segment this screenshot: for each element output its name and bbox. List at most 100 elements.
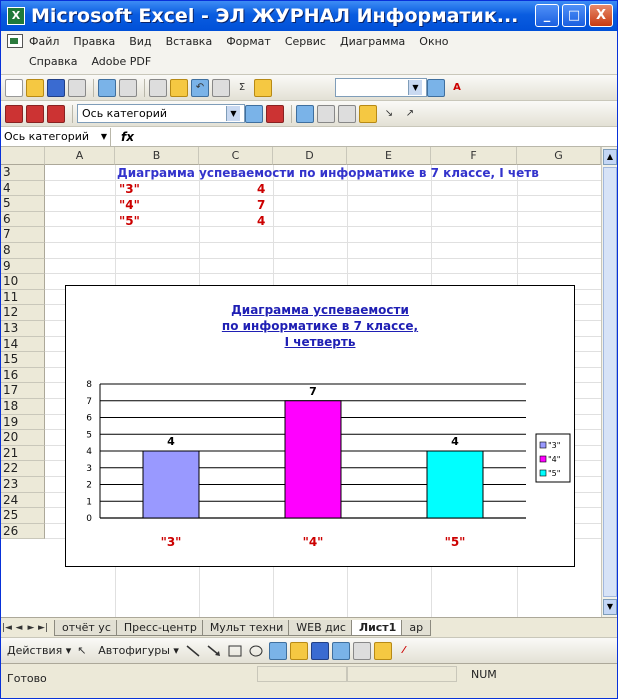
diagram-icon[interactable] <box>310 641 329 660</box>
data-label[interactable]: 7 <box>309 385 317 398</box>
column-header[interactable]: C <box>199 147 273 165</box>
grade-cell[interactable]: "3" <box>119 182 140 196</box>
maximize-button[interactable]: □ <box>562 4 586 27</box>
row-header[interactable]: 11 <box>1 289 45 306</box>
count-cell[interactable]: 7 <box>257 198 265 212</box>
last-sheet-icon[interactable]: ►| <box>37 623 49 633</box>
menu-view[interactable]: Вид <box>129 35 151 48</box>
row-header[interactable]: 20 <box>1 430 45 446</box>
fx-icon[interactable]: fx <box>121 130 134 144</box>
menu-edit[interactable]: Правка <box>73 35 115 48</box>
chart-wizard-icon[interactable] <box>254 78 272 97</box>
first-sheet-icon[interactable]: |◄ <box>1 623 13 633</box>
row-header[interactable]: 14 <box>1 336 45 353</box>
row-header[interactable]: 4 <box>1 180 45 197</box>
row-header[interactable]: 25 <box>1 508 45 524</box>
row-header[interactable]: 10 <box>1 274 45 290</box>
category-label[interactable]: "3" <box>161 535 182 549</box>
data-label[interactable]: 4 <box>167 435 175 448</box>
row-header[interactable]: 17 <box>1 383 45 399</box>
sheet-tab[interactable]: Мульт техни <box>201 619 292 636</box>
row-header[interactable]: 6 <box>1 211 45 228</box>
scroll-thumb[interactable] <box>603 167 617 597</box>
row-header[interactable]: 13 <box>1 321 45 337</box>
autoshapes-menu[interactable]: Автофигуры ▾ <box>98 644 179 657</box>
sheet-tab[interactable]: отчёт ус <box>54 619 119 636</box>
autosum-icon[interactable]: Σ <box>233 79 251 97</box>
rectangle-icon[interactable] <box>227 644 243 658</box>
angle-text-down-icon[interactable]: ↘ <box>380 105 398 123</box>
column-header[interactable]: A <box>45 147 115 165</box>
format-selection-icon[interactable] <box>245 104 263 123</box>
review-icon[interactable] <box>26 104 44 123</box>
row-header[interactable]: 8 <box>1 243 45 259</box>
row-header[interactable]: 22 <box>1 461 45 477</box>
by-column-icon[interactable] <box>359 104 377 123</box>
row-header[interactable]: 9 <box>1 258 45 275</box>
line-icon[interactable] <box>185 644 201 658</box>
column-header[interactable]: B <box>115 147 199 165</box>
track-changes-icon[interactable] <box>5 104 23 123</box>
copy-icon[interactable] <box>149 78 167 97</box>
data-label[interactable]: 4 <box>451 435 459 448</box>
legend-icon[interactable] <box>296 104 314 123</box>
column-header[interactable]: G <box>517 147 601 165</box>
column-header[interactable]: F <box>431 147 517 165</box>
draw-actions-menu[interactable]: Действия ▾ <box>7 644 71 657</box>
menu-insert[interactable]: Вставка <box>166 35 213 48</box>
angle-text-up-icon[interactable]: ↗ <box>401 105 419 123</box>
fill-color-icon[interactable] <box>373 641 392 660</box>
select-all-corner[interactable] <box>1 147 45 165</box>
chart-title[interactable]: Диаграмма успеваемости по информатике в … <box>66 302 574 350</box>
bar[interactable] <box>426 450 484 519</box>
paste-icon[interactable] <box>170 78 188 97</box>
scroll-up-icon[interactable]: ▲ <box>603 149 617 165</box>
bar[interactable] <box>284 400 342 519</box>
menu-file[interactable]: Файл <box>29 35 59 48</box>
row-header[interactable]: 23 <box>1 477 45 493</box>
minimize-button[interactable]: _ <box>535 4 559 27</box>
row-header[interactable]: 24 <box>1 492 45 509</box>
oval-icon[interactable] <box>248 644 264 658</box>
by-row-icon[interactable] <box>338 104 356 123</box>
row-header[interactable]: 7 <box>1 227 45 243</box>
row-header[interactable]: 12 <box>1 305 45 321</box>
close-button[interactable]: X <box>589 4 613 27</box>
row-header[interactable]: 18 <box>1 399 45 415</box>
permission-icon[interactable] <box>68 78 86 97</box>
clipart-icon[interactable] <box>331 641 350 660</box>
menu-help[interactable]: Справка <box>29 55 77 68</box>
row-header[interactable]: 21 <box>1 445 45 462</box>
scroll-down-icon[interactable]: ▼ <box>603 599 617 615</box>
grade-cell[interactable]: "4" <box>119 198 140 212</box>
excel-app-icon[interactable]: X <box>7 7 25 25</box>
name-box[interactable]: Ось категорий ▼ <box>1 127 111 146</box>
category-label[interactable]: "5" <box>445 535 466 549</box>
column-header[interactable]: D <box>273 147 347 165</box>
reply-icon[interactable] <box>47 104 65 123</box>
arrow-icon[interactable] <box>206 644 222 658</box>
open-icon[interactable] <box>26 78 44 97</box>
font-color-icon[interactable]: A <box>448 79 466 97</box>
grade-cell[interactable]: "5" <box>119 214 140 228</box>
category-label[interactable]: "4" <box>303 535 324 549</box>
menu-tools[interactable]: Сервис <box>285 35 326 48</box>
data-table-icon[interactable] <box>317 104 335 123</box>
sheet-tab[interactable]: ар <box>401 619 432 636</box>
print-icon[interactable] <box>98 78 116 97</box>
menu-chart[interactable]: Диаграмма <box>340 35 405 48</box>
embedded-chart[interactable]: Диаграмма успеваемости по информатике в … <box>65 285 575 567</box>
row-header[interactable]: 15 <box>1 352 45 368</box>
document-icon[interactable] <box>7 34 23 48</box>
row-header[interactable]: 16 <box>1 367 45 384</box>
save-icon[interactable] <box>47 78 65 97</box>
help-icon[interactable] <box>427 78 445 97</box>
undo-icon[interactable]: ↶ <box>191 78 209 97</box>
sheet-tab-active[interactable]: Лист1 <box>350 619 405 636</box>
menu-format[interactable]: Формат <box>226 35 271 48</box>
new-icon[interactable] <box>5 78 23 97</box>
select-objects-icon[interactable]: ↖ <box>77 644 93 658</box>
count-cell[interactable]: 4 <box>257 214 265 228</box>
bar[interactable] <box>142 450 200 519</box>
sheet-heading-cell[interactable]: Диаграмма успеваемости по информатике в … <box>117 166 539 180</box>
